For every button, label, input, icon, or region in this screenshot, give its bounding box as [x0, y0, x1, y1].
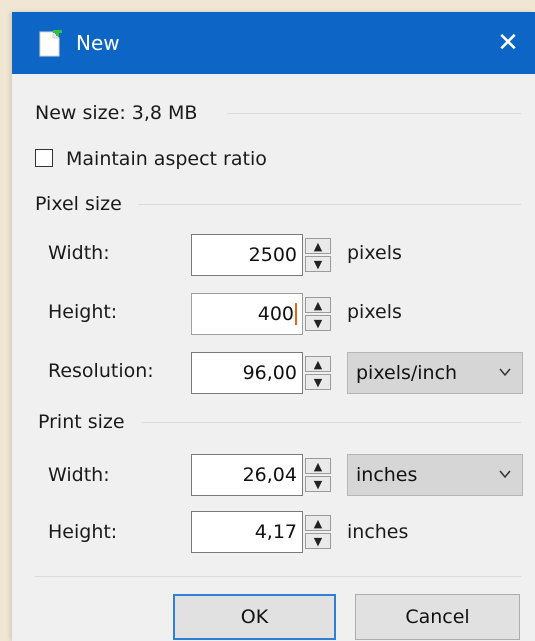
- print-width-spinner[interactable]: ▲ ▼: [305, 458, 331, 492]
- pixel-width-input[interactable]: 2500: [191, 234, 303, 276]
- text-caret: [295, 303, 297, 325]
- divider: [138, 204, 521, 205]
- maintain-aspect-ratio-checkbox[interactable]: [35, 149, 53, 167]
- spin-up-icon[interactable]: ▲: [305, 458, 331, 474]
- chevron-down-icon: [499, 470, 511, 479]
- pixel-height-spinner[interactable]: ▲ ▼: [305, 297, 331, 331]
- print-height-unit: inches: [347, 521, 409, 543]
- divider: [142, 422, 521, 423]
- print-width-unit-select[interactable]: inches: [347, 454, 523, 496]
- print-width-input[interactable]: 26,04: [191, 454, 303, 496]
- print-size-group-label: Print size: [38, 411, 125, 433]
- spin-up-icon[interactable]: ▲: [305, 515, 331, 531]
- dialog-body: New size: 3,8 MB Maintain aspect ratio P…: [12, 74, 535, 641]
- resolution-input[interactable]: 96,00: [191, 352, 303, 394]
- pixel-height-input[interactable]: 400: [191, 293, 303, 335]
- print-width-value: 26,04: [242, 464, 297, 486]
- spin-down-icon[interactable]: ▼: [305, 315, 331, 331]
- new-size-label: New size: 3,8 MB: [35, 102, 198, 124]
- cancel-button-label: Cancel: [405, 606, 470, 628]
- title-bar[interactable]: New ✕: [12, 12, 535, 74]
- close-button[interactable]: ✕: [481, 12, 535, 74]
- resolution-unit-select[interactable]: pixels/inch: [347, 352, 523, 394]
- resolution-value: 96,00: [242, 362, 297, 384]
- print-height-spinner[interactable]: ▲ ▼: [305, 515, 331, 549]
- spin-down-icon[interactable]: ▼: [305, 256, 331, 272]
- pixel-width-value: 2500: [248, 244, 297, 266]
- pixel-width-spinner[interactable]: ▲ ▼: [305, 238, 331, 272]
- ok-button-label: OK: [240, 606, 269, 628]
- spin-up-icon[interactable]: ▲: [305, 356, 331, 372]
- divider: [35, 576, 521, 577]
- ok-button[interactable]: OK: [173, 594, 336, 640]
- close-icon: ✕: [497, 28, 519, 58]
- resolution-spinner[interactable]: ▲ ▼: [305, 356, 331, 390]
- maintain-aspect-ratio-label[interactable]: Maintain aspect ratio: [66, 147, 267, 171]
- pixel-height-label: Height:: [48, 301, 118, 323]
- pixel-height-unit: pixels: [347, 301, 402, 323]
- spin-down-icon[interactable]: ▼: [305, 374, 331, 390]
- spin-up-icon[interactable]: ▲: [305, 297, 331, 313]
- print-width-label: Width:: [48, 464, 110, 486]
- spin-up-icon[interactable]: ▲: [305, 238, 331, 254]
- print-height-label: Height:: [48, 521, 118, 543]
- divider: [227, 113, 521, 114]
- spin-down-icon[interactable]: ▼: [305, 476, 331, 492]
- cancel-button[interactable]: Cancel: [355, 594, 520, 640]
- new-document-icon: [38, 27, 62, 58]
- new-image-dialog: New ✕ New size: 3,8 MB Maintain aspect r…: [12, 12, 535, 641]
- window-title: New: [76, 31, 120, 55]
- print-height-value: 4,17: [254, 521, 297, 543]
- spin-down-icon[interactable]: ▼: [305, 533, 331, 549]
- resolution-label: Resolution:: [48, 360, 154, 382]
- print-height-input[interactable]: 4,17: [191, 511, 303, 553]
- pixel-width-unit: pixels: [347, 242, 402, 264]
- pixel-height-value: 400: [257, 303, 294, 325]
- resolution-unit-value: pixels/inch: [356, 362, 458, 384]
- chevron-down-icon: [499, 368, 511, 377]
- pixel-size-group-label: Pixel size: [35, 193, 122, 215]
- print-width-unit-value: inches: [356, 464, 418, 486]
- pixel-width-label: Width:: [48, 242, 110, 264]
